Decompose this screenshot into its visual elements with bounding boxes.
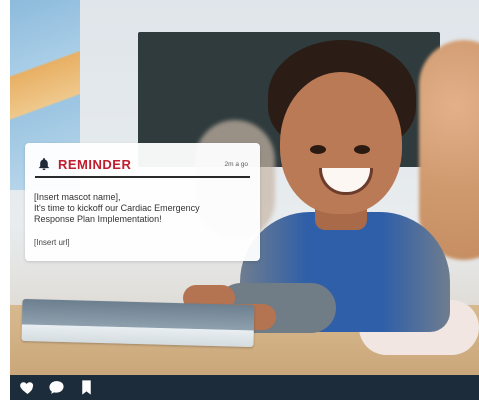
reminder-notification[interactable]: REMINDER 2m a go [Insert mascot name], I… bbox=[25, 143, 260, 261]
comment-icon[interactable] bbox=[48, 379, 65, 396]
notification-title: REMINDER bbox=[58, 156, 132, 172]
action-bar bbox=[10, 375, 479, 400]
bell-icon bbox=[39, 158, 49, 171]
notification-header: REMINDER 2m a go bbox=[37, 153, 248, 175]
bookmark-icon[interactable] bbox=[78, 379, 95, 396]
boy-eye-right bbox=[354, 145, 370, 154]
foreground-person bbox=[419, 40, 479, 260]
social-post: REMINDER 2m a go [Insert mascot name], I… bbox=[0, 0, 479, 400]
notification-line-2: It's time to kickoff our Cardiac Emergen… bbox=[34, 203, 200, 213]
open-book bbox=[21, 298, 255, 348]
notification-time: 2m a go bbox=[224, 160, 249, 168]
notification-line-1: [Insert mascot name], bbox=[34, 192, 121, 202]
boy-eye-left bbox=[310, 145, 326, 154]
notification-line-3: Response Plan Implementation! bbox=[34, 214, 162, 224]
notification-divider bbox=[35, 176, 250, 178]
heart-icon[interactable] bbox=[19, 379, 36, 396]
notification-body: [Insert mascot name], It's time to kicko… bbox=[34, 192, 256, 225]
notification-url[interactable]: [Insert url] bbox=[34, 238, 70, 247]
